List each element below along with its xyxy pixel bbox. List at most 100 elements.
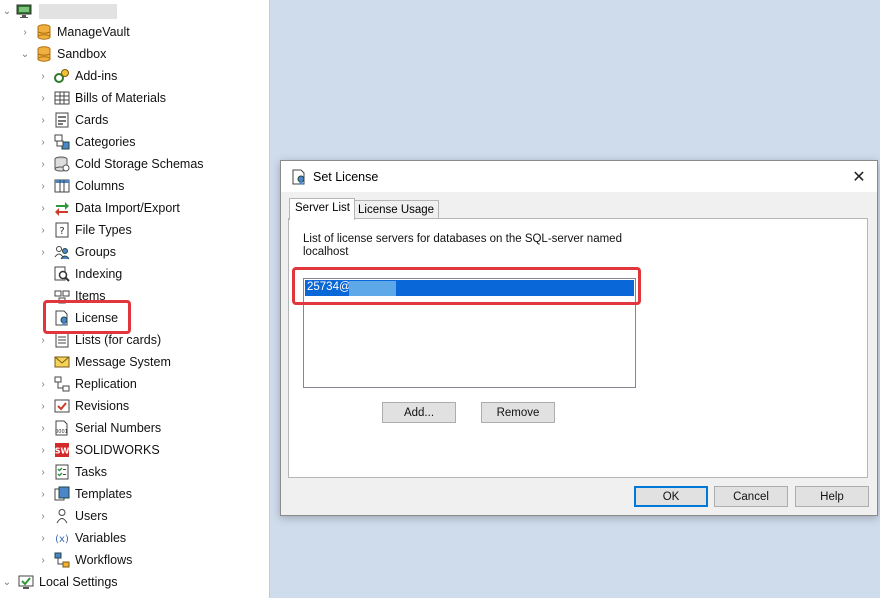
dialog-title: Set License	[313, 169, 379, 184]
chevron-right-icon[interactable]: ›	[36, 131, 50, 153]
chevron-right-icon[interactable]: ›	[36, 219, 50, 241]
chevron-right-icon[interactable]: ›	[36, 109, 50, 131]
templates-icon	[54, 486, 70, 502]
tree-item-label: Local Settings	[39, 575, 118, 589]
tree-item-file-types[interactable]: › ? File Types	[36, 219, 132, 241]
license-highlight	[43, 300, 131, 334]
chevron-right-icon[interactable]: ›	[36, 65, 50, 87]
tree-root[interactable]: ⌄	[0, 0, 117, 22]
tree-item-label: Message System	[75, 355, 171, 369]
tree-item-solidworks[interactable]: › SW SOLIDWORKS	[36, 439, 160, 461]
svg-text:0001: 0001	[55, 429, 68, 435]
chevron-right-icon[interactable]: ›	[36, 461, 50, 483]
tree-item-label: Indexing	[75, 267, 123, 281]
tree-item-label: Templates	[75, 487, 132, 501]
tasks-icon	[54, 464, 70, 480]
tree-item-message-system[interactable]: Message System	[36, 351, 171, 373]
database-icon	[36, 24, 52, 40]
replication-icon	[54, 376, 70, 392]
tree-item-label: Workflows	[75, 553, 133, 567]
root-name-redacted	[39, 3, 117, 19]
tree-item-templates[interactable]: › Templates	[36, 483, 132, 505]
server-list-description: List of license servers for databases on…	[303, 233, 622, 258]
svg-text:?: ?	[59, 226, 64, 237]
chevron-right-icon[interactable]: ›	[36, 395, 50, 417]
tree-item-revisions[interactable]: › Revisions	[36, 395, 129, 417]
tab-label: License Usage	[358, 204, 435, 216]
svg-text:SW: SW	[55, 447, 70, 456]
tree-item-label: Cold Storage Schemas	[75, 157, 204, 171]
remove-button[interactable]: Remove	[481, 402, 555, 423]
categories-icon	[54, 134, 70, 150]
tree-item-data-import-export[interactable]: › Data Import/Export	[36, 197, 180, 219]
users-icon	[54, 508, 70, 524]
tree-item-cold-storage-schemas[interactable]: › Cold Storage Schemas	[36, 153, 204, 175]
tree-item-label: Data Import/Export	[75, 201, 180, 215]
groups-icon	[54, 244, 70, 260]
svg-text:(x): (x)	[55, 534, 69, 545]
tree-item-label: Cards	[75, 113, 109, 127]
tree-item-label: Variables	[75, 531, 127, 545]
chevron-right-icon[interactable]: ›	[36, 373, 50, 395]
file-types-icon: ?	[54, 222, 70, 238]
solidworks-icon: SW	[54, 442, 70, 458]
tree-item-groups[interactable]: › Groups	[36, 241, 116, 263]
ok-button[interactable]: OK	[634, 486, 708, 507]
tree-item-label: Revisions	[75, 399, 130, 413]
chevron-right-icon[interactable]: ›	[36, 175, 50, 197]
license-icon	[291, 169, 307, 185]
chevron-right-icon[interactable]: ›	[36, 241, 50, 263]
chevron-right-icon[interactable]: ›	[18, 21, 32, 43]
tree-item-managevault[interactable]: › ManageVault	[18, 21, 130, 43]
addins-icon	[54, 68, 70, 84]
card-icon	[54, 112, 70, 128]
cold-storage-icon	[54, 156, 70, 172]
dialog-titlebar[interactable]: Set License ✕	[281, 161, 877, 192]
tree-item-local-settings[interactable]: ⌄ Local Settings	[0, 571, 118, 593]
tree-item-cards[interactable]: › Cards	[36, 109, 108, 131]
tree-item-categories[interactable]: › Categories	[36, 131, 135, 153]
tree-item-sandbox[interactable]: ⌄ Sandbox	[18, 43, 106, 65]
tree-item-columns[interactable]: › Columns	[36, 175, 124, 197]
tree-item-indexing[interactable]: Indexing	[36, 263, 122, 285]
chevron-right-icon[interactable]: ›	[36, 153, 50, 175]
tree-item-bills-of-materials[interactable]: › Bills of Materials	[36, 87, 166, 109]
tree-item-label: Lists (for cards)	[75, 333, 162, 347]
table-icon	[54, 90, 70, 106]
workflows-icon	[54, 552, 70, 568]
chevron-right-icon[interactable]: ›	[36, 87, 50, 109]
tree-item-replication[interactable]: › Replication	[36, 373, 137, 395]
variables-icon: (x)	[54, 530, 70, 546]
chevron-right-icon[interactable]: ›	[36, 417, 50, 439]
help-button[interactable]: Help	[795, 486, 869, 507]
tree-item-label: Groups	[75, 245, 116, 259]
computer-icon	[16, 3, 32, 19]
tree-item-label: Sandbox	[57, 47, 107, 61]
chevron-down-icon[interactable]: ⌄	[18, 43, 32, 65]
chevron-right-icon[interactable]: ›	[36, 527, 50, 549]
chevron-down-icon[interactable]: ⌄	[0, 0, 14, 22]
tree-item-users[interactable]: › Users	[36, 505, 108, 527]
chevron-right-icon[interactable]: ›	[36, 549, 50, 571]
chevron-right-icon[interactable]: ›	[36, 505, 50, 527]
import-export-icon	[54, 200, 70, 216]
tree-item-label: Bills of Materials	[75, 91, 166, 105]
tab-server-list[interactable]: Server List	[289, 198, 355, 220]
close-button[interactable]: ✕	[841, 161, 877, 192]
tree-item-label: Add-ins	[75, 69, 118, 83]
chevron-right-icon[interactable]: ›	[36, 439, 50, 461]
cancel-button[interactable]: Cancel	[714, 486, 788, 507]
chevron-down-icon[interactable]: ⌄	[0, 571, 14, 593]
tree-item-label: Replication	[75, 377, 137, 391]
tree-item-serial-numbers[interactable]: › 0001 Serial Numbers	[36, 417, 161, 439]
add-button[interactable]: Add...	[382, 402, 456, 423]
tree-item-add-ins[interactable]: › Add-ins	[36, 65, 117, 87]
tree-item-tasks[interactable]: › Tasks	[36, 461, 107, 483]
tree-item-variables[interactable]: › (x) Variables	[36, 527, 126, 549]
revisions-icon	[54, 398, 70, 414]
chevron-right-icon[interactable]: ›	[36, 483, 50, 505]
tab-license-usage[interactable]: License Usage	[352, 200, 440, 220]
chevron-right-icon[interactable]: ›	[36, 197, 50, 219]
tree-item-workflows[interactable]: › Workflows	[36, 549, 132, 571]
tree-panel: ⌄ › ManageVault ⌄ Sandbox › Add-ins › Bi…	[0, 0, 270, 598]
